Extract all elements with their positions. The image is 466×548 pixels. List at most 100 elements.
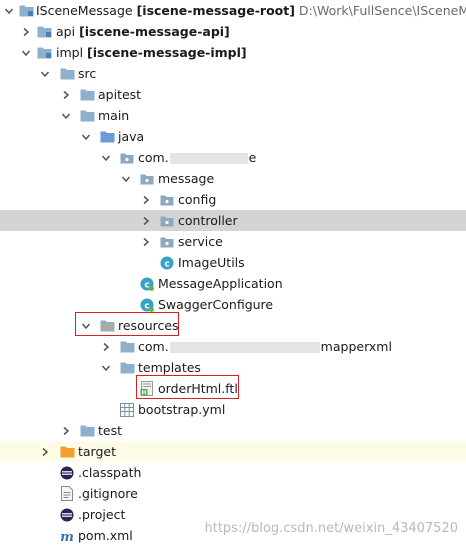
tree-row-impl[interactable]: impl [iscene-message-impl] (0, 42, 466, 63)
tree-row-classpath[interactable]: .classpath (0, 462, 466, 483)
package-icon (159, 192, 175, 208)
folder-icon (79, 423, 95, 439)
chevron-down-icon[interactable] (120, 173, 132, 185)
pom-label: pom.xml (78, 528, 133, 543)
folder-icon (79, 87, 95, 103)
messageapplication-label: MessageApplication (158, 276, 283, 291)
bootstrap-label: bootstrap.yml (138, 402, 226, 417)
root-path: D:\Work\FullSence\ISceneMessa (298, 3, 466, 18)
mapper-package-prefix: com. (138, 339, 169, 354)
tree-row-resources[interactable]: resources (0, 315, 466, 336)
watermark: https://blog.csdn.net/weixin_43407520 (204, 521, 458, 536)
eclipse-file-icon (59, 507, 75, 523)
redacted-block (169, 342, 320, 353)
root-module: [iscene-message-root] (136, 3, 295, 18)
tree-row-swaggerconfigure[interactable]: c SwaggerConfigure (0, 294, 466, 315)
root-name: ISceneMessage (36, 3, 133, 18)
java-label: java (118, 129, 145, 144)
spring-class-icon: c (139, 276, 155, 292)
orderhtml-highlight-box (136, 375, 239, 399)
mapper-package-suffix: mapperxml (320, 339, 392, 354)
apitest-label: apitest (98, 87, 142, 102)
chevron-down-icon[interactable] (20, 47, 32, 59)
svg-text:c: c (144, 301, 149, 311)
folder-icon (119, 360, 135, 376)
target-label: target (78, 444, 117, 459)
svg-text:c: c (164, 259, 169, 269)
chevron-right-icon[interactable] (20, 26, 32, 38)
chevron-down-icon[interactable] (100, 152, 112, 164)
impl-name: impl (56, 45, 84, 60)
main-label: main (98, 108, 130, 123)
controller-label: controller (178, 213, 238, 228)
api-name: api (56, 24, 76, 39)
tree-row-controller[interactable]: controller (0, 210, 466, 231)
chevron-right-icon[interactable] (39, 446, 51, 458)
folder-icon (59, 66, 75, 82)
spring-class-icon: c (139, 297, 155, 313)
impl-module: [iscene-message-impl] (87, 45, 247, 60)
chevron-down-icon[interactable] (60, 110, 72, 122)
message-label: message (158, 171, 215, 186)
tree-row-src[interactable]: src (0, 63, 466, 84)
text-file-icon (59, 486, 75, 502)
chevron-right-icon[interactable] (140, 215, 152, 227)
tree-row-java[interactable]: java (0, 126, 466, 147)
test-label: test (98, 423, 123, 438)
tree-row-config[interactable]: config (0, 189, 466, 210)
project-tree: ISceneMessage [iscene-message-root] D:\W… (0, 0, 466, 548)
package-icon (159, 234, 175, 250)
config-label: config (178, 192, 217, 207)
gitignore-label: .gitignore (78, 486, 138, 501)
tree-row-main[interactable]: main (0, 105, 466, 126)
source-folder-icon (99, 129, 115, 145)
tree-row-imageutils[interactable]: c ImageUtils (0, 252, 466, 273)
package-icon (139, 171, 155, 187)
svg-text:m: m (60, 530, 74, 543)
com-package-suffix: e (248, 150, 257, 165)
module-folder-icon (36, 45, 52, 61)
package-icon (159, 213, 175, 229)
chevron-right-icon[interactable] (60, 89, 72, 101)
service-label: service (178, 234, 223, 249)
yml-file-icon (119, 402, 135, 418)
chevron-down-icon[interactable] (80, 131, 92, 143)
com-package-prefix: com. (138, 150, 169, 165)
tree-row-mapper-package[interactable]: com. mapperxml (0, 336, 466, 357)
tree-row-root[interactable]: ISceneMessage [iscene-message-root] D:\W… (0, 0, 466, 21)
module-folder-icon (36, 24, 52, 40)
tree-row-gitignore[interactable]: .gitignore (0, 483, 466, 504)
tree-row-target[interactable]: target (0, 441, 466, 462)
chevron-right-icon[interactable] (140, 194, 152, 206)
svg-text:c: c (144, 280, 149, 290)
package-icon (119, 150, 135, 166)
tree-row-apitest[interactable]: apitest (0, 84, 466, 105)
tree-row-bootstrap[interactable]: bootstrap.yml (0, 399, 466, 420)
src-label: src (78, 66, 97, 81)
resources-highlight-box (75, 312, 179, 336)
project-label: .project (78, 507, 126, 522)
class-c-icon: c (159, 255, 175, 271)
folder-icon (79, 108, 95, 124)
tree-row-test[interactable]: test (0, 420, 466, 441)
excluded-folder-icon (59, 444, 75, 460)
chevron-right-icon[interactable] (140, 236, 152, 248)
tree-row-messageapplication[interactable]: c MessageApplication (0, 273, 466, 294)
classpath-label: .classpath (78, 465, 142, 480)
chevron-right-icon[interactable] (100, 341, 112, 353)
api-module: [iscene-message-api] (79, 24, 230, 39)
tree-row-com-package[interactable]: com. e (0, 147, 466, 168)
redacted-block (169, 153, 248, 164)
folder-icon (119, 339, 135, 355)
chevron-down-icon[interactable] (39, 68, 51, 80)
module-folder-icon (18, 3, 34, 19)
maven-m-icon: m (59, 528, 75, 544)
imageutils-label: ImageUtils (178, 255, 245, 270)
chevron-down-icon[interactable] (100, 362, 112, 374)
tree-row-service[interactable]: service (0, 231, 466, 252)
eclipse-file-icon (59, 465, 75, 481)
tree-row-api[interactable]: api [iscene-message-api] (0, 21, 466, 42)
chevron-down-icon[interactable] (3, 5, 15, 17)
chevron-right-icon[interactable] (60, 425, 72, 437)
tree-row-message[interactable]: message (0, 168, 466, 189)
